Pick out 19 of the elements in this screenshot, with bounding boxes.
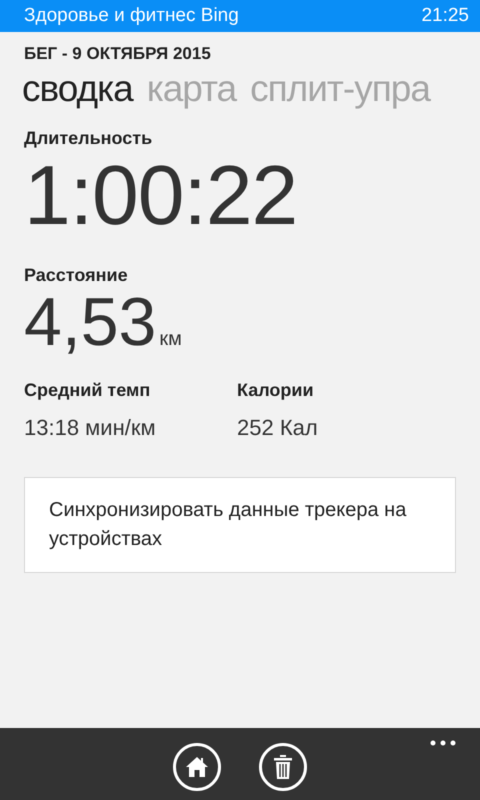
- metric-label: Средний темп: [24, 380, 152, 401]
- sync-button[interactable]: Синхронизировать данные трекера на устройствах: [24, 477, 456, 573]
- delete-button[interactable]: [259, 743, 307, 791]
- more-icon[interactable]: [430, 740, 456, 746]
- distance-value: 4,53: [24, 288, 156, 356]
- home-icon: [185, 756, 209, 778]
- trash-icon: [273, 754, 293, 780]
- pivot-tab[interactable]: сводка: [22, 68, 133, 110]
- distance-unit: км: [159, 328, 182, 351]
- distance-label: Расстояние: [24, 265, 129, 286]
- app-name: Здоровье и фитнес Bing: [24, 5, 239, 27]
- home-button[interactable]: [173, 743, 221, 791]
- page-title: БЕГ - 9 ОКТЯБРЯ 2015: [24, 44, 212, 64]
- duration-value: 1:00:22: [24, 153, 298, 237]
- clock: 21:25: [421, 5, 469, 27]
- duration-label: Длительность: [24, 128, 154, 149]
- metric-value: 13:18 мин/км: [24, 415, 157, 441]
- metric-value: 252 Кал: [237, 415, 319, 441]
- metric-label: Калории: [237, 380, 315, 401]
